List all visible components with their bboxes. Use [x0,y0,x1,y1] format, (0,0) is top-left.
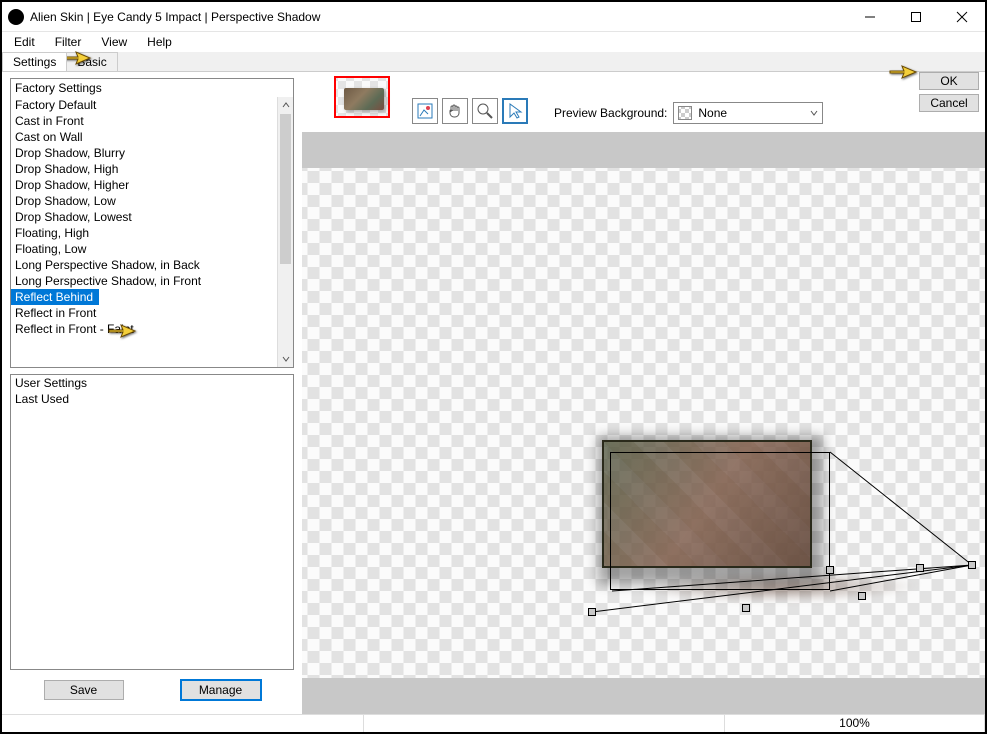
list-item[interactable]: Last Used [11,391,293,407]
menu-filter[interactable]: Filter [47,33,90,51]
hand-tool-icon [446,102,464,120]
dialog-buttons: OK Cancel [919,72,979,112]
hand-tool[interactable] [442,98,468,124]
perspective-handle[interactable] [826,566,834,574]
cancel-button[interactable]: Cancel [919,94,979,112]
thumbnail-image [344,88,384,110]
list-item[interactable]: Reflect in Front - Faint [11,321,277,337]
scroll-up-button[interactable] [278,97,293,113]
list-item[interactable]: Factory Default [11,97,277,113]
navigator-icon [416,102,434,120]
list-item[interactable]: Floating, Low [11,241,277,257]
chevron-down-icon [282,355,290,363]
selection-rectangle[interactable] [610,452,830,590]
manage-button[interactable]: Manage [181,680,261,700]
window-controls [847,2,985,31]
left-panel: Factory Settings Factory DefaultCast in … [2,72,302,714]
transparency-icon [678,106,692,120]
list-item[interactable]: Drop Shadow, Blurry [11,145,277,161]
minimize-button[interactable] [847,2,893,31]
close-icon [956,11,968,23]
factory-settings-list: Factory Settings Factory DefaultCast in … [10,78,294,368]
content-area: Factory Settings Factory DefaultCast in … [2,72,985,714]
list-item[interactable]: Drop Shadow, High [11,161,277,177]
perspective-handle[interactable] [742,604,750,612]
save-button[interactable]: Save [44,680,124,700]
maximize-icon [910,11,922,23]
window-title: Alien Skin | Eye Candy 5 Impact | Perspe… [30,10,847,24]
list-item[interactable]: Drop Shadow, Higher [11,177,277,193]
menu-edit[interactable]: Edit [6,33,43,51]
app-icon [8,9,24,25]
list-item[interactable]: Cast on Wall [11,129,277,145]
pointer-tool[interactable] [502,98,528,124]
ok-button[interactable]: OK [919,72,979,90]
user-settings-header: User Settings [11,375,293,391]
status-cell-left [2,715,364,732]
list-item[interactable]: Drop Shadow, Lowest [11,209,277,225]
scroll-down-button[interactable] [278,351,293,367]
right-area: OK Cancel [302,72,985,714]
menu-help[interactable]: Help [139,33,180,51]
factory-settings-header: Factory Settings [11,79,293,97]
minimize-icon [864,11,876,23]
preview-margin-top [302,132,985,168]
navigator-tool[interactable] [412,98,438,124]
chevron-down-icon [810,106,818,120]
user-settings-body: User Settings Last Used [11,375,293,407]
perspective-handle[interactable] [968,561,976,569]
preset-buttons: Save Manage [10,676,294,708]
list-item[interactable]: Reflect Behind [11,289,99,305]
list-item[interactable]: Drop Shadow, Low [11,193,277,209]
preview-background-label: Preview Background: [554,106,667,128]
tab-basic[interactable]: Basic [66,52,117,71]
preview-background-value: None [698,106,727,120]
preview-canvas[interactable] [302,168,985,678]
chevron-up-icon [282,101,290,109]
status-bar: 100% [2,714,985,732]
status-cell-mid [364,715,726,732]
menu-view[interactable]: View [93,33,135,51]
scroll-thumb[interactable] [280,114,291,264]
user-settings-list: User Settings Last Used [10,374,294,670]
preview-margin-bottom [302,678,985,714]
title-bar: Alien Skin | Eye Candy 5 Impact | Perspe… [2,2,985,32]
factory-scrollbar[interactable] [277,97,293,367]
perspective-handle[interactable] [588,608,596,616]
zoom-icon [476,102,494,120]
factory-settings-body: Factory DefaultCast in FrontCast on Wall… [11,97,293,367]
menu-bar: Edit Filter View Help [2,32,985,52]
list-item[interactable]: Floating, High [11,225,277,241]
zoom-tool[interactable] [472,98,498,124]
perspective-handle[interactable] [916,564,924,572]
list-item[interactable]: Long Perspective Shadow, in Back [11,257,277,273]
list-item[interactable]: Long Perspective Shadow, in Front [11,273,277,289]
maximize-button[interactable] [893,2,939,31]
list-item[interactable]: Cast in Front [11,113,277,129]
close-button[interactable] [939,2,985,31]
perspective-handle[interactable] [858,592,866,600]
preview-background-select[interactable]: None [673,102,823,124]
tab-strip: Settings Basic [2,52,985,72]
tool-row: Preview Background: None [302,72,985,132]
pointer-icon [506,102,524,120]
tab-settings[interactable]: Settings [2,52,67,71]
thumbnail-preview[interactable] [334,76,390,118]
status-zoom: 100% [725,715,985,732]
preview-area [302,132,985,714]
list-item[interactable]: Reflect in Front [11,305,277,321]
tool-icons [412,76,528,128]
